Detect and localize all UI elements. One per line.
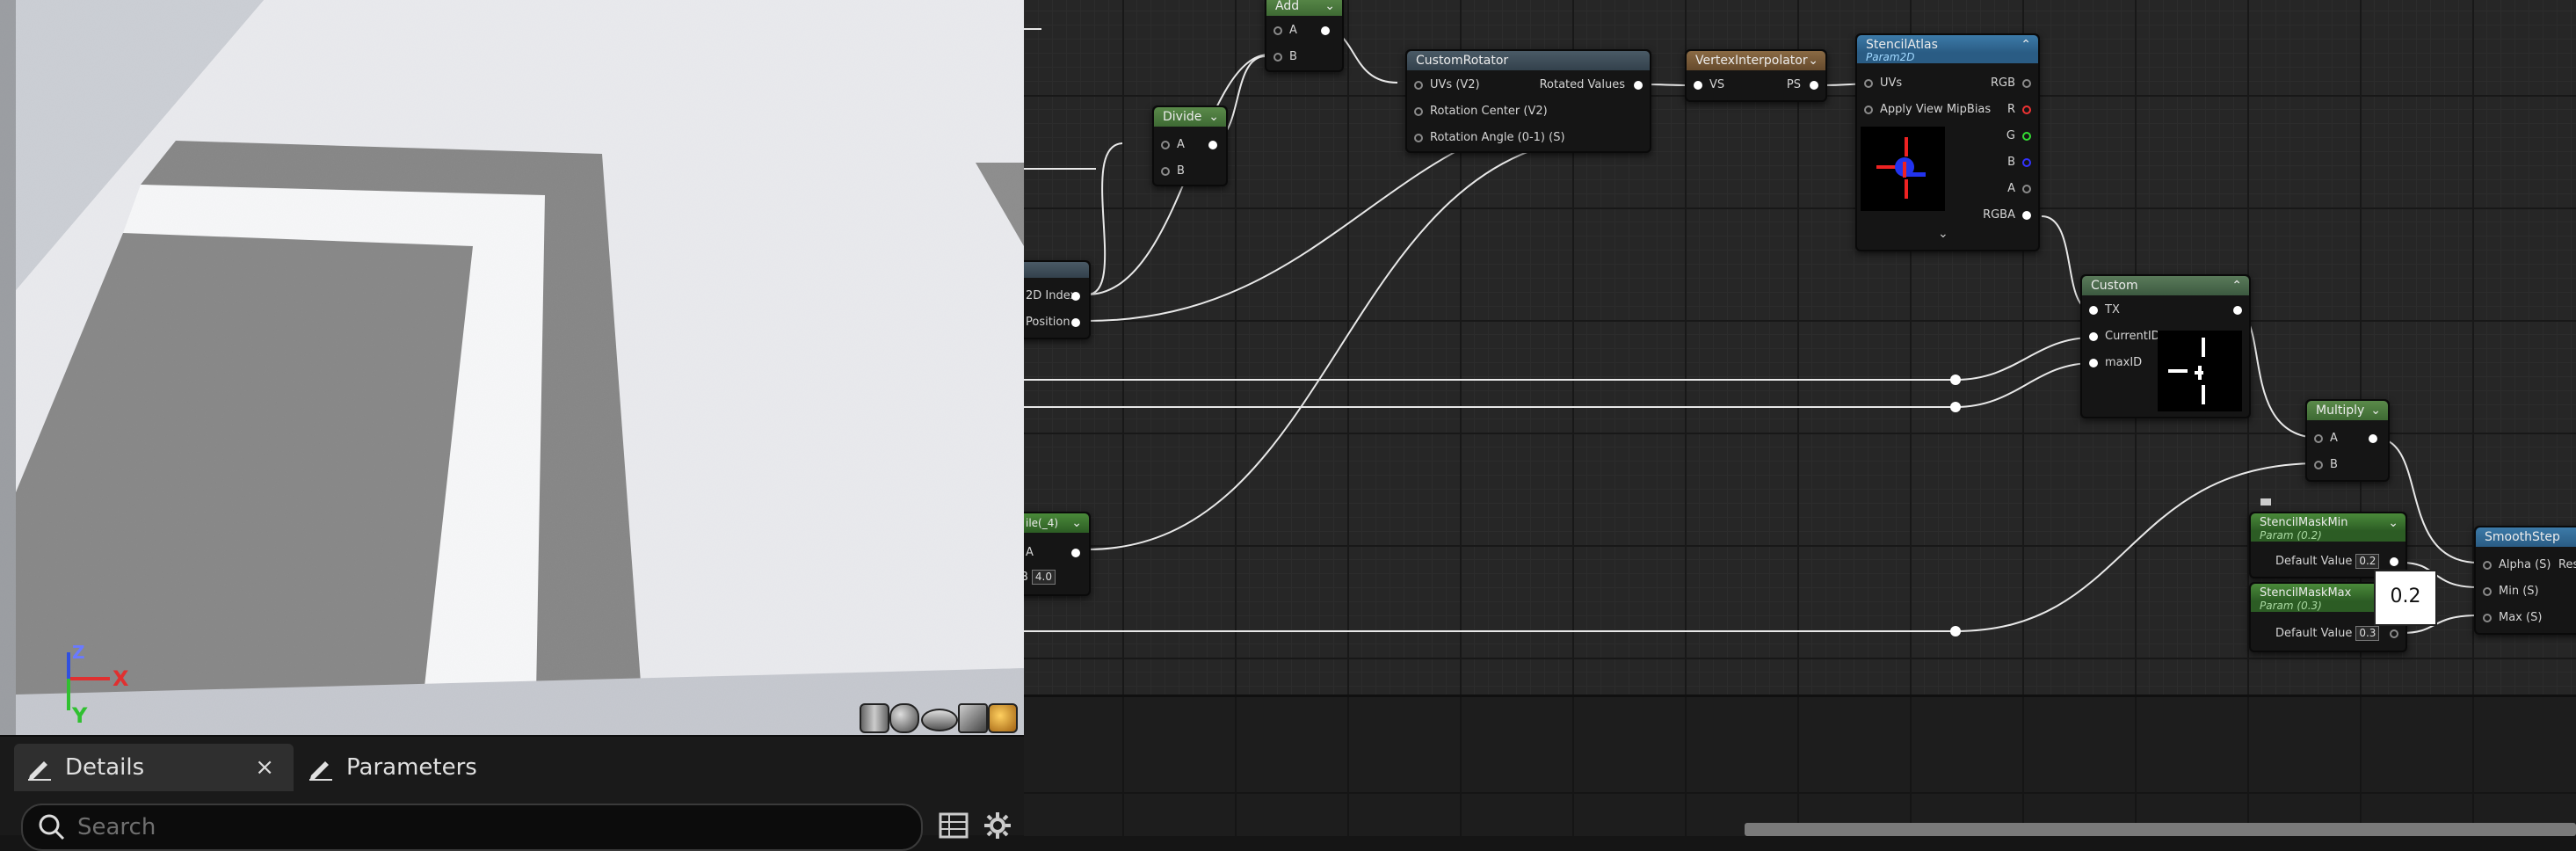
node-multiply[interactable]: Multiply ⌄ A B bbox=[2305, 399, 2390, 482]
search-input[interactable]: Search bbox=[77, 814, 156, 840]
node-vertex-interpolator[interactable]: VertexInterpolator ⌄ VS PS bbox=[1685, 49, 1827, 102]
pin-position: Position bbox=[1026, 316, 1070, 329]
pin-2d-index-out[interactable] bbox=[1071, 292, 1080, 301]
value-tooltip: 0.2 bbox=[2374, 570, 2437, 626]
node-stencil-atlas-title: StencilAtlas bbox=[1866, 38, 1938, 52]
pin-a-out[interactable] bbox=[1071, 549, 1080, 557]
pin-alpha-in[interactable] bbox=[2483, 561, 2492, 570]
node-add[interactable]: Add ⌄ A B bbox=[1265, 0, 1344, 72]
axis-y-label: Y bbox=[72, 703, 88, 728]
table-view-icon[interactable] bbox=[939, 812, 969, 840]
node-add-title: Add bbox=[1275, 0, 1300, 13]
close-icon[interactable]: × bbox=[255, 754, 274, 781]
sphere-preview-icon[interactable] bbox=[889, 703, 919, 733]
pin-max-in[interactable] bbox=[2483, 614, 2492, 622]
node-custom-title: Custom bbox=[2091, 279, 2138, 293]
axis-x-label: X bbox=[112, 666, 129, 691]
partial-node-left[interactable]: 2D Index Position bbox=[1024, 260, 1091, 339]
axis-z-label: Z bbox=[72, 642, 85, 663]
pin-uvs-in[interactable] bbox=[1864, 79, 1873, 88]
pin-b-in[interactable] bbox=[1273, 53, 1282, 62]
pin-r-out[interactable] bbox=[2022, 105, 2031, 114]
pin-rotated-values-out[interactable] bbox=[1634, 81, 1643, 90]
partial-node-left-2[interactable]: ile(_4) ⌄ A B 4.0 bbox=[1024, 512, 1091, 596]
default-value-box[interactable]: 0.2 bbox=[2355, 554, 2380, 569]
chevron-down-icon[interactable]: ⌄ bbox=[1324, 0, 1335, 16]
pin-maxid-in[interactable] bbox=[2089, 359, 2098, 367]
node-divide[interactable]: Divide ⌄ A B bbox=[1152, 105, 1228, 186]
pin-mipbias-in[interactable] bbox=[1864, 105, 1873, 114]
pin-max-out[interactable] bbox=[2390, 629, 2398, 638]
chevron-down-icon[interactable]: ⌄ bbox=[1208, 107, 1219, 127]
tab-details[interactable]: Details × bbox=[14, 744, 294, 791]
pin-currentid-in[interactable] bbox=[2089, 332, 2098, 341]
pin-min-in[interactable] bbox=[2483, 587, 2492, 596]
chevron-down-icon[interactable]: ⌄ bbox=[2370, 401, 2381, 420]
node-divide-title: Divide bbox=[1163, 110, 1202, 124]
chevron-down-icon[interactable]: ⌄ bbox=[1938, 227, 1948, 241]
node-custom-rotator[interactable]: CustomRotator UVs (V2) Rotation Center (… bbox=[1405, 49, 1651, 153]
pin-rgba-out[interactable] bbox=[2022, 211, 2031, 220]
comment-icon[interactable] bbox=[2260, 498, 2272, 508]
pin-2d-index: 2D Index bbox=[1026, 289, 1078, 302]
tab-details-label: Details bbox=[65, 754, 145, 781]
pin-a-in[interactable] bbox=[2314, 434, 2323, 443]
pin-add-out[interactable] bbox=[1321, 26, 1330, 35]
teapot-preview-icon[interactable] bbox=[988, 703, 1018, 733]
pin-multiply-out[interactable] bbox=[2369, 434, 2377, 443]
default-value-box[interactable]: 0.3 bbox=[2355, 626, 2380, 641]
node-multiply-title: Multiply bbox=[2316, 404, 2365, 418]
pencil-icon bbox=[309, 761, 332, 781]
pin-rotation-center-in[interactable] bbox=[1414, 107, 1423, 116]
pin-g-out[interactable] bbox=[2022, 132, 2031, 141]
node-stencil-mask-min[interactable]: StencilMaskMin ⌄ Param (0.2) Default Valu… bbox=[2249, 512, 2407, 578]
cube-preview-icon[interactable] bbox=[958, 703, 988, 733]
node-custom[interactable]: Custom ⌃ TX CurrentID maxID bbox=[2080, 274, 2251, 418]
preview-scene bbox=[0, 0, 1024, 735]
pin-b-in[interactable] bbox=[1161, 167, 1170, 176]
cylinder-preview-icon[interactable] bbox=[860, 703, 889, 733]
settings-gear-icon[interactable] bbox=[983, 811, 1012, 840]
pin-a-in[interactable] bbox=[1273, 26, 1282, 35]
pin-divide-out[interactable] bbox=[1208, 141, 1217, 149]
details-panel: Details × Parameters Search bbox=[0, 735, 1024, 851]
search-icon bbox=[39, 814, 65, 840]
chevron-down-icon[interactable]: ⌄ bbox=[1808, 51, 1818, 70]
pin-min-out[interactable] bbox=[2390, 557, 2398, 566]
pin-b-out[interactable] bbox=[2022, 158, 2031, 167]
pin-b-in[interactable] bbox=[2314, 461, 2323, 469]
node-vertex-interpolator-title: VertexInterpolator bbox=[1695, 54, 1808, 68]
pin-vs-in[interactable] bbox=[1694, 81, 1702, 90]
chevron-up-icon[interactable]: ⌃ bbox=[2231, 276, 2242, 295]
pin-tx-in[interactable] bbox=[2089, 306, 2098, 315]
node-smoothstep-title: SmoothStep bbox=[2485, 530, 2560, 544]
node-stencil-mask-max-title: StencilMaskMax bbox=[2260, 586, 2352, 600]
node-stencil-atlas[interactable]: StencilAtlas ⌃ Param2D UVs Apply View Mip… bbox=[1855, 33, 2040, 251]
graph-lower-region[interactable] bbox=[1024, 695, 2576, 836]
chevron-down-icon[interactable]: ⌄ bbox=[2388, 513, 2398, 533]
pin-a-out[interactable] bbox=[2022, 185, 2031, 193]
tab-parameters-label: Parameters bbox=[346, 754, 477, 781]
pin-uvs-in[interactable] bbox=[1414, 81, 1423, 90]
node-smoothstep[interactable]: SmoothStep Alpha (S) Min (S) Max (S) Res… bbox=[2474, 526, 2576, 635]
pin-position-out[interactable] bbox=[1071, 318, 1080, 327]
pin-a-in[interactable] bbox=[1161, 141, 1170, 149]
plane-preview-icon[interactable] bbox=[921, 709, 958, 731]
tab-parameters[interactable]: Parameters bbox=[304, 744, 568, 791]
material-preview-viewport[interactable]: X Y Z bbox=[0, 0, 1024, 735]
pin-ps-out[interactable] bbox=[1810, 81, 1818, 90]
node-stencil-mask-min-title: StencilMaskMin bbox=[2260, 516, 2348, 529]
node-custom-rotator-title: CustomRotator bbox=[1416, 54, 1509, 68]
pencil-icon bbox=[28, 761, 51, 781]
pin-custom-out[interactable] bbox=[2233, 306, 2242, 315]
chevron-up-icon[interactable]: ⌃ bbox=[2021, 35, 2031, 55]
pin-rotation-angle-in[interactable] bbox=[1414, 134, 1423, 142]
horizontal-scrollbar[interactable] bbox=[1745, 823, 2576, 836]
pin-rgb-out[interactable] bbox=[2022, 79, 2031, 88]
custom-preview-thumbnail bbox=[2158, 331, 2242, 411]
b-value-box[interactable]: 4.0 bbox=[1031, 570, 1056, 585]
search-field[interactable]: Search bbox=[21, 804, 923, 851]
texture-preview-thumbnail bbox=[1861, 127, 1945, 211]
